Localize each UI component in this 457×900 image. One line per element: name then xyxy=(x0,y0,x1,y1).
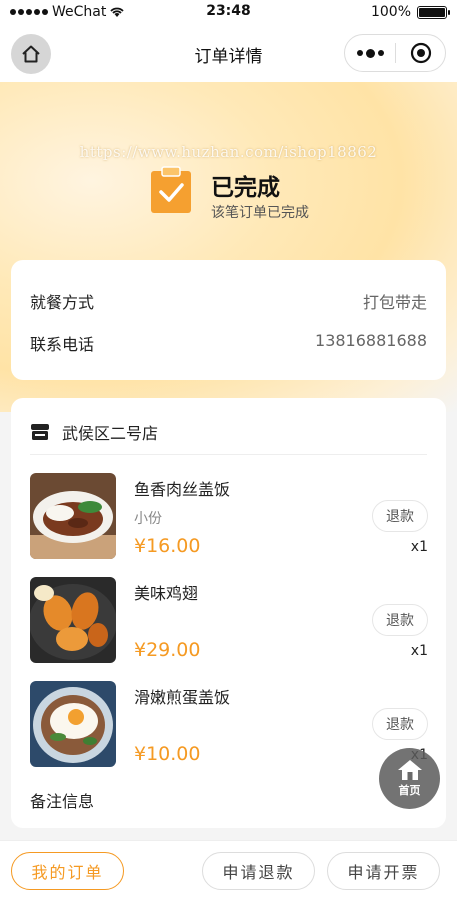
order-status-title: 已完成 xyxy=(211,175,280,201)
phone-value[interactable]: 13816881688 xyxy=(315,331,427,353)
dish-price: ¥10.00 xyxy=(134,743,201,765)
battery-status: 100% xyxy=(370,4,450,20)
refund-button[interactable]: 退款 xyxy=(372,708,428,740)
clipboard-check-icon xyxy=(150,166,192,214)
floating-home-button[interactable]: 首页 xyxy=(379,748,440,809)
dining-method-row: 就餐方式 打包带走 xyxy=(30,289,427,312)
nav-bar: 订单详情 xyxy=(0,26,457,82)
dish-quantity: x1 xyxy=(410,539,428,555)
dish-name: 鱼香肉丝盖饭 xyxy=(134,480,231,499)
more-button[interactable] xyxy=(345,48,395,58)
watermark-text: https://www.huzhan.com/ishop18862 xyxy=(79,143,378,161)
dish-photo xyxy=(30,577,116,663)
dish-name: 美味鸡翅 xyxy=(134,584,199,603)
bottom-action-bar: 我的订单 申请退款 申请开票 xyxy=(0,840,457,900)
request-refund-button[interactable]: 申请退款 xyxy=(202,852,315,890)
store-icon xyxy=(31,424,49,440)
dish-name: 滑嫩煎蛋盖饭 xyxy=(134,688,231,707)
battery-percent: 100% xyxy=(370,4,411,20)
divider xyxy=(30,454,427,455)
request-invoice-button[interactable]: 申请开票 xyxy=(327,852,440,890)
dish-price: ¥29.00 xyxy=(134,639,201,661)
phone-label: 联系电话 xyxy=(30,335,95,354)
dish-photo xyxy=(30,681,116,767)
store-order-card: 武侯区二号店 鱼香肉丝盖饭 小份 ¥16.00 退款 x1 美味鸡翅 ¥29.0… xyxy=(11,398,446,828)
list-item: 鱼香肉丝盖饭 小份 ¥16.00 退款 x1 xyxy=(30,473,428,559)
status-bar: WeChat 23:48 100% xyxy=(0,0,457,26)
house-icon xyxy=(397,760,422,780)
phone-row: 联系电话 13816881688 xyxy=(30,331,427,354)
my-orders-button[interactable]: 我的订单 xyxy=(11,852,124,890)
dining-method-label: 就餐方式 xyxy=(30,293,95,312)
dish-photo xyxy=(30,473,116,559)
close-button[interactable] xyxy=(396,42,445,64)
order-status-subtitle: 该笔订单已完成 xyxy=(211,205,309,221)
target-icon xyxy=(410,42,431,64)
dining-method-value: 打包带走 xyxy=(362,293,427,312)
remark-label: 备注信息 xyxy=(30,792,95,811)
dish-price: ¥16.00 xyxy=(134,535,201,557)
dish-spec: 小份 xyxy=(134,511,162,527)
store-name: 武侯区二号店 xyxy=(62,424,159,443)
list-item: 滑嫩煎蛋盖饭 ¥10.00 退款 x1 xyxy=(30,681,428,767)
refund-button[interactable]: 退款 xyxy=(372,604,428,636)
mini-program-capsule xyxy=(344,34,446,72)
list-item: 美味鸡翅 ¥29.00 退款 x1 xyxy=(30,577,428,663)
battery-icon xyxy=(417,5,450,19)
dish-quantity: x1 xyxy=(410,643,428,659)
store-header: 武侯区二号店 xyxy=(30,420,158,444)
order-info-card: 就餐方式 打包带走 联系电话 13816881688 xyxy=(11,260,446,380)
floating-home-label: 首页 xyxy=(398,784,421,797)
refund-button[interactable]: 退款 xyxy=(372,500,428,532)
